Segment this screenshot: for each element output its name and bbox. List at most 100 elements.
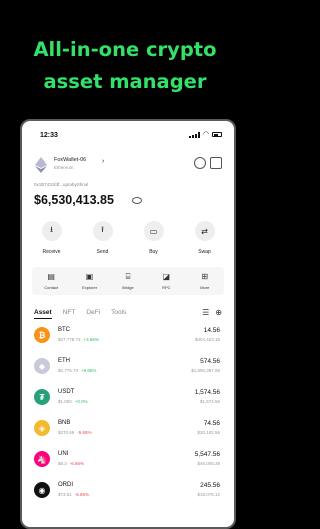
asset-value: $46,005.39 — [197, 461, 220, 466]
asset-symbol: BTC — [58, 327, 70, 333]
btc-icon: ₿ — [34, 327, 50, 343]
signal-icon — [188, 131, 200, 138]
card-icon: ▭ — [143, 221, 164, 241]
chevron-right-icon[interactable]: › — [102, 158, 104, 165]
feature-label: Explorer — [82, 285, 98, 290]
price-value: $27,778.73 — [58, 337, 81, 342]
tab-defi[interactable]: DeFi — [86, 309, 100, 319]
tab-asset[interactable]: Asset — [34, 309, 52, 319]
upload-icon: ⭱ — [92, 221, 113, 241]
sort-icon[interactable]: ☰ — [202, 308, 209, 317]
total-balance: $6,530,413.85 — [34, 193, 114, 207]
swap-icon: ⇄ — [194, 221, 215, 241]
feature-label: More — [200, 285, 210, 290]
asset-price: $1.002 +0.0% — [58, 399, 88, 404]
asset-value: $1,590,387.69 — [191, 368, 220, 373]
feature-explorer[interactable]: ▣ Explorer — [73, 272, 107, 290]
asset-quantity: 1,574.56 — [194, 389, 220, 396]
asset-value: $18,075.12 — [197, 492, 220, 497]
asset-value: $20,182.56 — [197, 430, 220, 435]
price-value: $1.002 — [58, 399, 72, 404]
swap-button[interactable]: ⇄ Swap — [185, 221, 225, 255]
eth-icon: ◆ — [34, 358, 50, 374]
swap-label: Swap — [198, 249, 211, 255]
scan-icon[interactable] — [210, 157, 222, 169]
price-value: $270.69 — [58, 430, 75, 435]
asset-symbol: BNB — [58, 420, 71, 426]
wallet-header[interactable]: FoxWallet-06 Ethereum › — [34, 155, 222, 177]
asset-quantity: 574.56 — [200, 358, 220, 365]
eye-icon[interactable] — [132, 197, 142, 204]
add-icon[interactable]: ⊕ — [215, 308, 222, 317]
feature-contact[interactable]: ▤ Contact — [34, 272, 68, 290]
chat-icon[interactable] — [194, 157, 206, 169]
price-change: -5.65% — [74, 492, 90, 497]
buy-label: Buy — [149, 249, 158, 255]
wallet-network: Ethereum — [54, 165, 74, 170]
feature-bar: ▤ Contact ▣ Explorer ⌸ Bridge ◪ RPC ⊞ Mo… — [32, 267, 224, 295]
tab-nft[interactable]: NFT — [63, 309, 76, 319]
contact-icon: ▤ — [47, 272, 55, 281]
asset-price: $270.69 -5.65% — [58, 430, 92, 435]
rpc-icon: ◪ — [162, 272, 171, 281]
price-value: $8.3 — [58, 461, 67, 466]
status-icons: ◠ — [188, 131, 222, 138]
feature-label: Contact — [44, 285, 59, 290]
asset-value: $404,423.19 — [194, 337, 220, 342]
asset-quantity: 245.56 — [200, 482, 220, 489]
send-label: Send — [96, 249, 109, 255]
bnb-icon: ◈ — [34, 420, 50, 436]
tab-tools[interactable]: Tools — [111, 309, 126, 319]
battery-icon — [212, 132, 222, 137]
feature-more[interactable]: ⊞ More — [188, 272, 222, 290]
list-item[interactable]: ◈ BNB $270.69 -5.65% 74.56 $20,182.56 — [34, 420, 220, 451]
feature-label: RPC — [162, 285, 171, 290]
wallet-name: FoxWallet-06 — [54, 157, 87, 163]
phone-screen: 12:33 ◠ FoxWallet-06 Ethereum › 0x1B7431… — [20, 119, 236, 529]
action-bar: ⭳ Receive ⭱ Send ▭ Buy ⇄ Swap — [22, 221, 234, 255]
wifi-icon: ◠ — [202, 131, 209, 138]
asset-symbol: ORDI — [58, 482, 73, 488]
status-time: 12:33 — [40, 132, 58, 139]
list-item[interactable]: ₮ USDT $1.002 +0.0% 1,574.56 $1,574.56 — [34, 389, 220, 420]
headline-line-2: asset manager — [43, 70, 207, 93]
asset-list: ₿ BTC $27,778.73 +3.65% 14.56 $404,423.19… — [34, 327, 220, 513]
ordi-icon: ◉ — [34, 482, 50, 498]
wallet-address[interactable]: 0x1B7431fdf...uprubyShnul — [34, 182, 88, 187]
usdt-icon: ₮ — [34, 389, 50, 405]
price-value: $2,775.73 — [58, 368, 79, 373]
promo-headline: All-in-one crypto asset manager — [0, 34, 250, 98]
list-item[interactable]: ◆ ETH $2,775.73 +6.65% 574.56 $1,590,387.… — [34, 358, 220, 389]
price-change: +0.0% — [74, 399, 88, 404]
price-change: +3.65% — [83, 337, 99, 342]
asset-price: $2,775.73 +6.65% — [58, 368, 96, 373]
asset-price: $73.61 -5.65% — [58, 492, 89, 497]
feature-label: Bridge — [122, 285, 134, 290]
buy-button[interactable]: ▭ Buy — [134, 221, 174, 255]
headline-line-1: All-in-one crypto — [33, 38, 217, 61]
asset-value: $1,574.56 — [199, 399, 220, 404]
feature-bridge[interactable]: ⌸ Bridge — [111, 272, 145, 290]
asset-quantity: 14.56 — [203, 327, 220, 334]
price-change: +6.65% — [81, 368, 97, 373]
asset-quantity: 5,547.56 — [194, 451, 220, 458]
list-item[interactable]: ◉ ORDI $73.61 -5.65% 245.56 $18,075.12 — [34, 482, 220, 513]
ethereum-icon — [35, 157, 47, 173]
price-change: -6.66% — [69, 461, 85, 466]
uni-icon: 🦄 — [34, 451, 50, 467]
explorer-icon: ▣ — [85, 272, 94, 281]
feature-rpc[interactable]: ◪ RPC — [149, 272, 183, 290]
list-item[interactable]: 🦄 UNI $8.3 -6.66% 5,547.56 $46,005.39 — [34, 451, 220, 482]
bridge-icon: ⌸ — [125, 272, 131, 281]
price-value: $73.61 — [58, 492, 72, 497]
price-change: -5.65% — [77, 430, 92, 435]
grid-icon: ⊞ — [201, 272, 209, 281]
send-button[interactable]: ⭱ Send — [83, 221, 123, 255]
receive-button[interactable]: ⭳ Receive — [32, 221, 72, 255]
tab-toolbar: ☰ ⊕ — [202, 308, 222, 317]
asset-price: $8.3 -6.66% — [58, 461, 84, 466]
asset-symbol: UNI — [58, 451, 69, 457]
asset-symbol: USDT — [58, 389, 75, 395]
list-item[interactable]: ₿ BTC $27,778.73 +3.65% 14.56 $404,423.19 — [34, 327, 220, 358]
asset-tabs: Asset NFT DeFi Tools — [34, 309, 126, 319]
